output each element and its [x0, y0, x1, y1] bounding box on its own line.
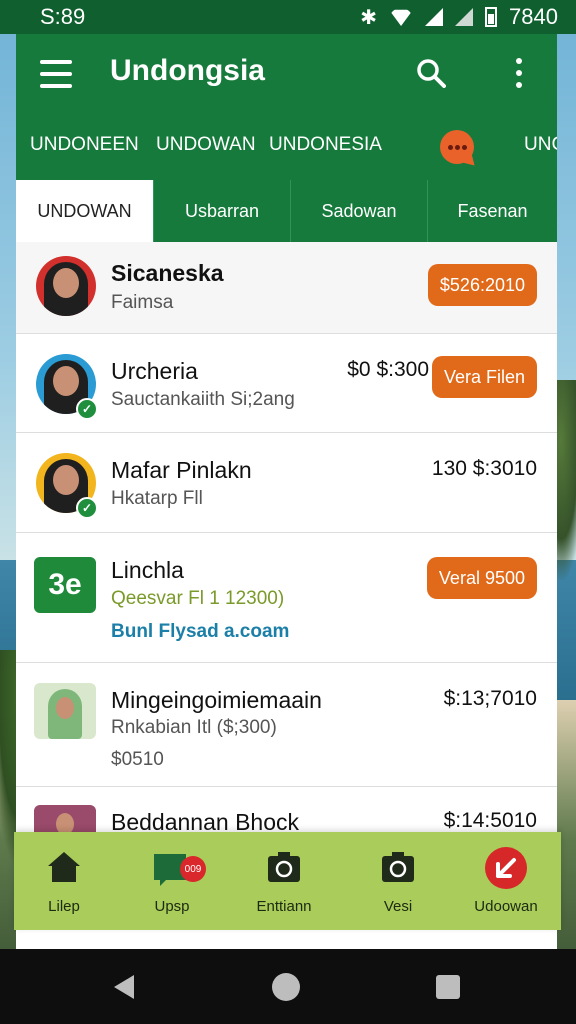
list-item-subtitle: Sauctankaiith Si;2ang [111, 389, 295, 410]
notification-badge: 009 [180, 856, 206, 882]
list-item[interactable]: 3e Linchla Qeesvar Fl 1 12300) Bunl Flys… [16, 533, 557, 663]
chat-bubble-icon[interactable] [440, 130, 474, 164]
list-item-name: Urcheria [111, 358, 198, 384]
app-window: Undongsia UNDONEEN UNDOWAN UNDONESIA UNC… [16, 34, 557, 949]
app-title: Undongsia [110, 54, 265, 87]
recent-apps-icon[interactable] [436, 975, 460, 999]
view-file-button[interactable]: Vera Filen [431, 356, 537, 398]
nav-label: Udoowan [474, 898, 538, 915]
battery-icon [485, 7, 498, 27]
wifi-icon [389, 9, 414, 26]
list-item-price: $0 $:300 [347, 358, 429, 381]
bottom-navigation: Lilep 009 Upsp Enttiann Vesi Udoowan [14, 832, 561, 930]
nav-label: Enttiann [256, 898, 312, 915]
home-button-icon[interactable] [272, 973, 300, 1001]
list-item-price: $:13;7010 [443, 687, 537, 710]
list-item[interactable]: Mingeingoimiemaain Rnkabian Itl ($;300) … [16, 663, 557, 787]
top-tab-1[interactable]: UNDONEEN [30, 134, 139, 156]
nav-item-udoowan[interactable]: Udoowan [456, 832, 556, 930]
arrow-down-left-icon [485, 847, 527, 889]
system-navigation-bar [0, 949, 576, 1024]
nav-label: Vesi [383, 898, 413, 915]
list-item-subtitle: Rnkabian Itl ($;300) [111, 717, 277, 738]
list-item-name: Linchla [111, 557, 184, 583]
segment-tab-fasenan[interactable]: Fasenan [427, 180, 557, 242]
back-icon[interactable] [114, 975, 134, 999]
nav-item-enttiann[interactable]: Enttiann [234, 832, 334, 930]
status-icons: ✱ 7840 [360, 4, 558, 30]
more-options-icon[interactable] [514, 58, 524, 88]
brand-logo: 3e [34, 557, 96, 613]
camera-icon [268, 852, 300, 882]
segment-tab-usbarran[interactable]: Usbarran [153, 180, 290, 242]
list-item-name: Mafar Pinlakn [111, 457, 252, 483]
segment-tab-undowan[interactable]: UNDOWAN [16, 180, 153, 242]
signal-secondary-icon [455, 8, 474, 26]
signal-icon [425, 8, 444, 26]
segment-tab-sadowan[interactable]: Sadowan [290, 180, 427, 242]
menu-icon[interactable] [40, 60, 72, 88]
verified-check-icon: ✓ [76, 398, 98, 420]
nav-item-lilep[interactable]: Lilep [14, 832, 114, 930]
list-item-extra: $0510 [111, 749, 164, 770]
status-time: S:89 [40, 4, 86, 29]
app-bar: Undongsia UNDONEEN UNDOWAN UNDONESIA UNC [16, 34, 557, 180]
list-item[interactable]: Sicaneska Faimsa $526:2010 [16, 242, 557, 334]
list-item-subtitle: Faimsa [111, 292, 174, 313]
list-item[interactable]: ✓ Mafar Pinlakn Hkatarp Fll 130 $:3010 [16, 433, 557, 533]
list-item-price: 130 $:3010 [431, 457, 537, 480]
status-right-text: 7840 [509, 4, 558, 29]
status-bar: S:89 ✱ 7840 [0, 0, 576, 34]
verified-check-icon: ✓ [76, 497, 98, 519]
list-item-subtitle: Qeesvar Fl 1 12300) [111, 588, 285, 609]
segment-tabs: UNDOWAN Usbarran Sadowan Fasenan [16, 180, 557, 242]
price-pill-button[interactable]: Veral 9500 [426, 557, 537, 599]
list-item[interactable]: ✓ Urcheria Sauctankaiith Si;2ang $0 $:30… [16, 334, 557, 433]
camera-icon [382, 852, 414, 882]
website-link[interactable]: Bunl Flysad a.coam [111, 621, 289, 643]
avatar [36, 256, 96, 316]
list-item-name: Mingeingoimiemaain [111, 687, 322, 713]
top-tab-3[interactable]: UNDONESIA [269, 134, 382, 156]
nav-label: Lilep [48, 898, 80, 915]
list-item-subtitle: Hkatarp Fll [111, 488, 203, 509]
top-tab-4[interactable]: UNC [524, 134, 557, 156]
home-icon [48, 852, 80, 882]
price-pill-button[interactable]: $526:2010 [427, 264, 537, 306]
list-item-name: Sicaneska [111, 260, 224, 286]
nav-label: Upsp [154, 898, 190, 915]
top-tab-2[interactable]: UNDOWAN [156, 134, 256, 156]
avatar [34, 683, 96, 739]
search-icon[interactable] [416, 58, 446, 88]
list-item-price: $:14:5010 [443, 809, 537, 832]
nav-item-vesi[interactable]: Vesi [348, 832, 448, 930]
bluetooth-icon: ✱ [360, 6, 378, 29]
nav-item-upsp[interactable]: 009 Upsp [122, 832, 222, 930]
